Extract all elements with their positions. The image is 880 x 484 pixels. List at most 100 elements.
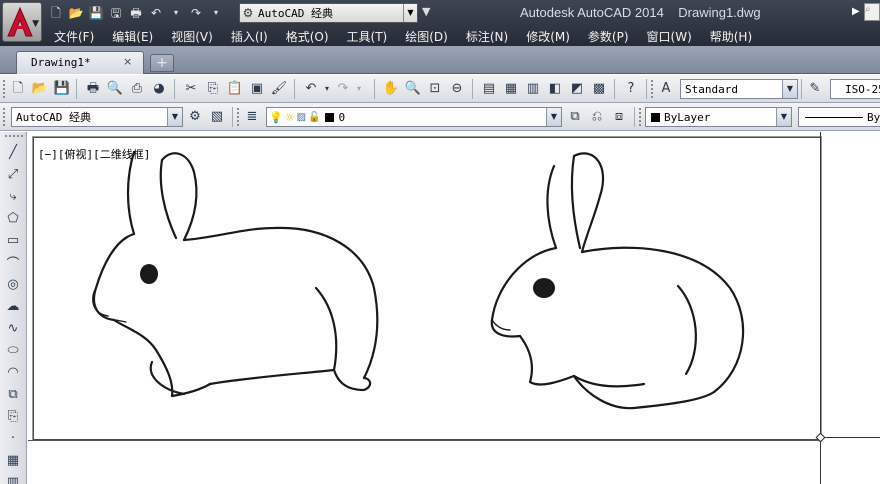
polygon-icon[interactable]: ⬠ — [3, 208, 23, 228]
ellipse-arc-icon[interactable]: ◠ — [3, 362, 23, 382]
search-input[interactable]: ⌕ — [864, 3, 880, 21]
customize-qat-icon[interactable]: ▼ — [422, 5, 430, 18]
match-properties-icon[interactable]: 🖌 — [270, 80, 288, 98]
toolbar-grip[interactable] — [2, 79, 6, 99]
block-editor-icon[interactable]: ▣ — [248, 80, 266, 98]
layer-select[interactable]: 💡 ☼ ▨ 🔓 0 ▼ — [266, 107, 562, 127]
3d-dwf-icon[interactable]: ◕ — [150, 80, 168, 98]
print-preview-icon[interactable]: 🔍 — [106, 80, 124, 98]
make-block-icon[interactable]: ⎘ — [3, 406, 23, 426]
open-icon[interactable]: 📂 — [68, 5, 84, 21]
color-select[interactable]: ByLayer ▼ — [645, 107, 792, 127]
save-icon[interactable]: 💾 — [53, 80, 71, 98]
help-icon[interactable]: ? — [622, 80, 640, 98]
gear-icon[interactable]: ⚙ — [186, 108, 204, 126]
ellipse-icon[interactable]: ⬭ — [3, 340, 23, 360]
workspace-settings-icon[interactable]: ▧ — [208, 108, 226, 126]
properties-icon[interactable]: ▤ — [480, 80, 498, 98]
menu-tools[interactable]: 工具(T) — [339, 28, 398, 45]
copy-icon[interactable]: ⎘ — [204, 80, 222, 98]
zoom-realtime-icon[interactable]: 🔍 — [404, 80, 422, 98]
toolbar-grip[interactable] — [650, 79, 654, 99]
gradient-icon[interactable]: ▥ — [3, 472, 23, 484]
viewport-controls-label[interactable]: [−][俯视][二维线框] — [38, 146, 150, 162]
construction-line-icon[interactable]: ⤢ — [3, 164, 23, 184]
viewport-freeze-icon: ▨ — [296, 111, 307, 123]
chevron-down-icon: ▼ — [32, 19, 39, 29]
text-style-icon[interactable]: A — [657, 80, 675, 98]
menu-insert[interactable]: 插入(I) — [223, 28, 278, 45]
new-icon[interactable]: 🗋 — [9, 80, 27, 98]
open-icon[interactable]: 📂 — [31, 80, 49, 98]
new-icon[interactable]: 🗋 — [48, 5, 64, 21]
menu-dimension[interactable]: 标注(N) — [458, 28, 518, 45]
text-style-select[interactable]: Standard ▼ — [680, 79, 798, 99]
rectangle-icon[interactable]: ▭ — [3, 230, 23, 250]
layer-properties-icon[interactable]: ≣ — [243, 108, 261, 126]
save-as-icon[interactable]: 🖫 — [108, 5, 124, 21]
make-current-layer-icon[interactable]: ⧉ — [566, 108, 584, 126]
redo-dropdown-icon[interactable]: ▾ — [350, 80, 368, 98]
line-icon[interactable]: ╱ — [3, 142, 23, 162]
print-icon[interactable]: 🖶 — [128, 5, 144, 21]
save-icon[interactable]: 💾 — [88, 5, 104, 21]
close-icon[interactable]: × — [123, 55, 132, 68]
linetype-select[interactable]: By — [798, 107, 880, 127]
polyline-icon[interactable]: ⤷ — [3, 186, 23, 206]
drawing-canvas[interactable]: [−][俯视][二维线框] — [28, 132, 880, 484]
redo-icon[interactable]: ↷ — [188, 5, 204, 21]
menu-parametric[interactable]: 参数(P) — [580, 28, 639, 45]
chevron-right-icon[interactable]: ▶ — [852, 6, 860, 17]
markup-icon[interactable]: ◩ — [568, 80, 586, 98]
new-tab-button[interactable]: + — [150, 54, 174, 72]
dimension-style-select[interactable]: ISO-25 — [830, 79, 880, 99]
toolbar-grip[interactable] — [236, 107, 240, 127]
workspace-select[interactable]: AutoCAD 经典 ▼ — [11, 107, 183, 127]
layer-state-icon[interactable]: ⧈ — [610, 108, 628, 126]
toolbar-grip[interactable] — [4, 134, 24, 138]
menu-format[interactable]: 格式(O) — [278, 28, 339, 45]
menu-view[interactable]: 视图(V) — [163, 28, 223, 45]
workspace-value: AutoCAD 经典 — [258, 7, 333, 20]
layer-previous-icon[interactable]: ⎌ — [588, 108, 606, 126]
tool-palettes-icon[interactable]: ▥ — [524, 80, 542, 98]
paste-icon[interactable]: 📋 — [226, 80, 244, 98]
circle-icon[interactable]: ◎ — [3, 274, 23, 294]
undo-dropdown-icon[interactable]: ▾ — [168, 5, 184, 21]
sheet-set-icon[interactable]: ◧ — [546, 80, 564, 98]
viewport[interactable]: [−][俯视][二维线框] — [33, 137, 821, 440]
design-center-icon[interactable]: ▦ — [502, 80, 520, 98]
point-icon[interactable]: · — [3, 428, 23, 448]
print-icon[interactable]: 🖶 — [84, 80, 102, 98]
toolbar-grip[interactable] — [638, 107, 642, 127]
menu-modify[interactable]: 修改(M) — [518, 28, 580, 45]
quickcalc-icon[interactable]: ▩ — [590, 80, 608, 98]
zoom-window-icon[interactable]: ⊡ — [426, 80, 444, 98]
menu-help[interactable]: 帮助(H) — [702, 28, 762, 45]
workspace-switcher[interactable]: ⚙ AutoCAD 经典 ▼ — [239, 3, 418, 23]
cut-icon[interactable]: ✂ — [182, 80, 200, 98]
menu-edit[interactable]: 编辑(E) — [104, 28, 163, 45]
application-menu-button[interactable]: ▼ — [2, 2, 42, 42]
layers-toolbar: AutoCAD 经典 ▼ ⚙ ▧ ≣ 💡 ☼ ▨ 🔓 0 ▼ ⧉ ⎌ ⧈ ByL… — [0, 103, 880, 131]
menu-draw[interactable]: 绘图(D) — [397, 28, 458, 45]
toolbar-grip[interactable] — [2, 107, 6, 127]
menu-window[interactable]: 窗口(W) — [639, 28, 702, 45]
tab-drawing1[interactable]: Drawing1* × — [16, 51, 144, 74]
dimension-style-icon[interactable]: ✎ — [806, 80, 824, 98]
insert-block-icon[interactable]: ⧉ — [3, 384, 23, 404]
chevron-down-icon: ▼ — [167, 108, 182, 126]
publish-icon[interactable]: ⎙ — [128, 80, 146, 98]
chevron-down-icon: ▼ — [782, 80, 797, 98]
revision-cloud-icon[interactable]: ☁ — [3, 296, 23, 316]
pan-icon[interactable]: ✋ — [382, 80, 400, 98]
undo-icon[interactable]: ↶ — [148, 5, 164, 21]
spline-icon[interactable]: ∿ — [3, 318, 23, 338]
redo-dropdown-icon[interactable]: ▾ — [208, 5, 224, 21]
layer-value: 0 — [338, 110, 346, 124]
left-rabbit — [92, 150, 379, 398]
zoom-previous-icon[interactable]: ⊖ — [448, 80, 466, 98]
hatch-icon[interactable]: ▦ — [3, 450, 23, 470]
menu-file[interactable]: 文件(F) — [46, 28, 104, 45]
arc-icon[interactable]: ⌒ — [3, 252, 23, 272]
